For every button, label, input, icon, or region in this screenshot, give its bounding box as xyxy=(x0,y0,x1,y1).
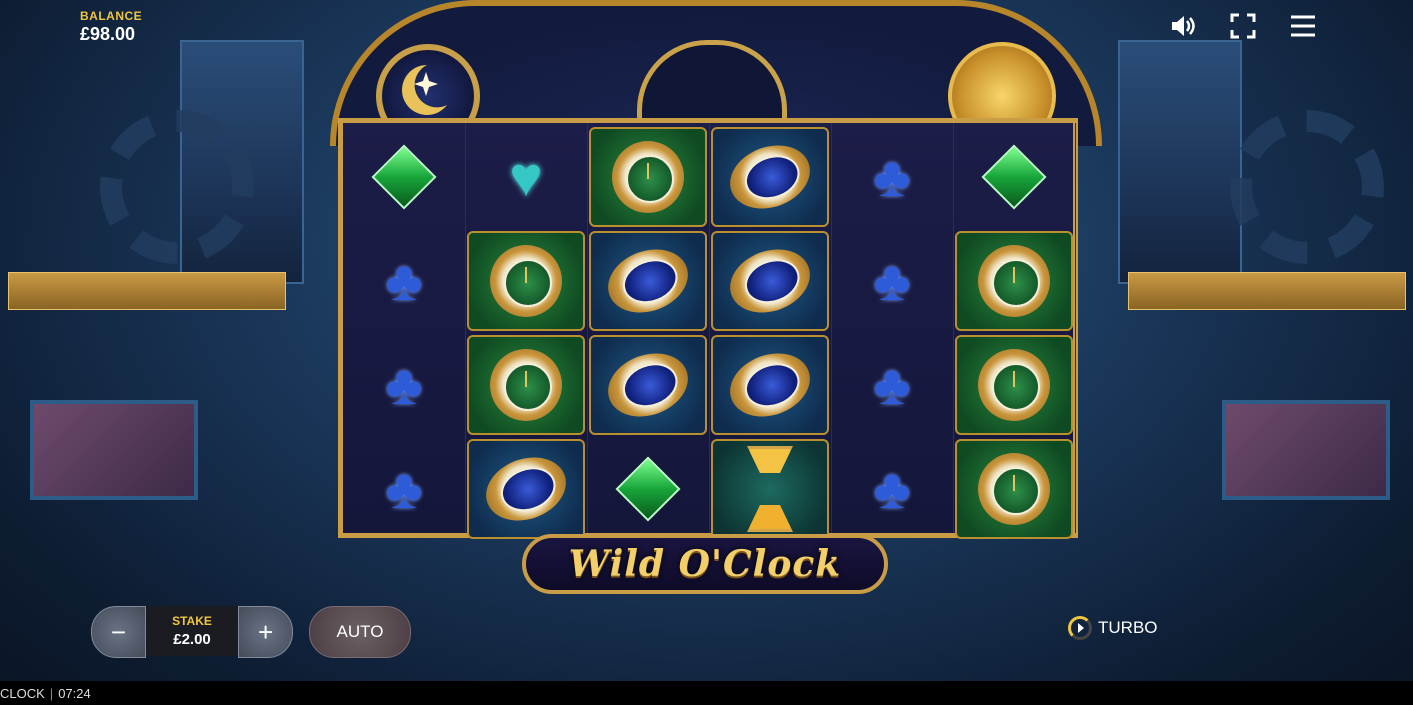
right-shelf xyxy=(1128,272,1406,310)
reel-symbol-green-watch xyxy=(953,229,1075,333)
pocket-watch-icon xyxy=(477,446,575,532)
club-gem-icon: ♣ xyxy=(873,145,911,208)
reel-symbol-blue-watch xyxy=(587,229,709,333)
reel-symbol-green-watch xyxy=(465,229,587,333)
balance-label: BALANCE xyxy=(80,9,143,23)
reel-grid: ♣ ♣ ♣ ♥ ♣ ♣ ♣ ♣ xyxy=(338,118,1078,539)
footer-game-name: CLOCK xyxy=(0,685,45,701)
stake-control: − STAKE £2.00 + xyxy=(91,606,294,658)
balance-value: £98.00 xyxy=(80,24,136,44)
reel-symbol-green-diamond xyxy=(587,437,709,541)
right-pillar xyxy=(1118,40,1242,284)
reel-column xyxy=(587,123,710,533)
stake-value: £2.00 xyxy=(173,631,211,648)
pocket-watch-icon xyxy=(978,245,1050,317)
reel-symbol-green-watch xyxy=(953,437,1075,541)
pocket-watch-icon xyxy=(721,238,819,324)
pocket-watch-icon xyxy=(490,349,562,421)
reel-column xyxy=(709,123,832,539)
footer-separator: | xyxy=(49,685,54,701)
fullscreen-icon[interactable] xyxy=(1229,12,1257,40)
reel-symbol-blue-watch xyxy=(465,437,587,541)
club-gem-icon: ♣ xyxy=(385,249,423,312)
pocket-watch-icon xyxy=(978,453,1050,525)
turbo-icon xyxy=(1068,616,1092,640)
menu-icon[interactable] xyxy=(1289,12,1317,40)
pocket-watch-icon xyxy=(978,349,1050,421)
footer-clock: 07:24 xyxy=(58,685,91,701)
reel-symbol-blue-watch xyxy=(709,125,831,229)
reel-symbol-hourglass xyxy=(709,437,831,541)
top-icon-bar xyxy=(1169,12,1317,40)
reel-symbol-green-diamond xyxy=(343,125,465,229)
club-gem-icon: ♣ xyxy=(385,353,423,416)
stake-display: STAKE £2.00 xyxy=(145,606,239,656)
right-gear-decoration xyxy=(1230,110,1384,264)
club-gem-icon: ♣ xyxy=(385,457,423,520)
club-gem-icon: ♣ xyxy=(873,457,911,520)
reel-symbol-blue-club: ♣ xyxy=(343,333,465,437)
reel-symbol-green-diamond xyxy=(953,125,1075,229)
reel-symbol-green-watch xyxy=(953,333,1075,437)
footer-bar: CLOCK | 07:24 xyxy=(0,681,1413,705)
reel-symbol-blue-watch xyxy=(709,229,831,333)
right-crystal-panel xyxy=(1222,400,1390,500)
pocket-watch-icon xyxy=(721,134,819,220)
pocket-watch-icon xyxy=(599,342,697,428)
diamond-gem-icon xyxy=(371,144,437,210)
reel-symbol-green-watch xyxy=(465,333,587,437)
reel-symbol-blue-watch xyxy=(709,333,831,437)
pocket-watch-icon xyxy=(490,245,562,317)
balance-display: BALANCE £98.00 xyxy=(80,9,142,45)
hourglass-icon xyxy=(747,446,793,532)
decrease-stake-button[interactable]: − xyxy=(91,606,146,658)
reel-symbol-blue-club: ♣ xyxy=(343,229,465,333)
pocket-watch-icon xyxy=(612,141,684,213)
reel-column: ♣ ♣ ♣ ♣ xyxy=(831,123,954,533)
speaker-icon[interactable] xyxy=(1169,12,1197,40)
reel-symbol-teal-heart: ♥ xyxy=(465,125,587,229)
reel-symbol-blue-club: ♣ xyxy=(831,229,953,333)
heart-gem-icon: ♥ xyxy=(509,145,543,208)
game-logo: Wild O'Clock xyxy=(522,534,888,594)
turbo-toggle[interactable]: TURBO xyxy=(1068,616,1158,640)
stake-label: STAKE xyxy=(172,614,212,628)
increase-stake-button[interactable]: + xyxy=(238,606,294,658)
pocket-watch-icon xyxy=(599,238,697,324)
diamond-gem-icon xyxy=(981,144,1047,210)
reel-symbol-blue-club: ♣ xyxy=(831,437,953,541)
left-crystal-panel xyxy=(30,400,198,500)
club-gem-icon: ♣ xyxy=(873,353,911,416)
diamond-gem-icon xyxy=(615,456,681,522)
autoplay-button[interactable]: AUTO xyxy=(309,606,411,658)
reel-column: ♣ ♣ ♣ xyxy=(343,123,466,533)
reel-symbol-blue-club: ♣ xyxy=(343,437,465,541)
reel-symbol-green-watch xyxy=(587,125,709,229)
reel-column xyxy=(953,123,1076,539)
pocket-watch-icon xyxy=(721,342,819,428)
turbo-label: TURBO xyxy=(1098,618,1158,637)
left-gear-decoration xyxy=(100,110,254,264)
reel-symbol-blue-club: ♣ xyxy=(831,125,953,229)
reel-column: ♥ xyxy=(465,123,588,539)
game-title: Wild O'Clock xyxy=(568,543,842,585)
reel-symbol-blue-watch xyxy=(587,333,709,437)
club-gem-icon: ♣ xyxy=(873,249,911,312)
reel-symbol-blue-club: ♣ xyxy=(831,333,953,437)
left-shelf xyxy=(8,272,286,310)
